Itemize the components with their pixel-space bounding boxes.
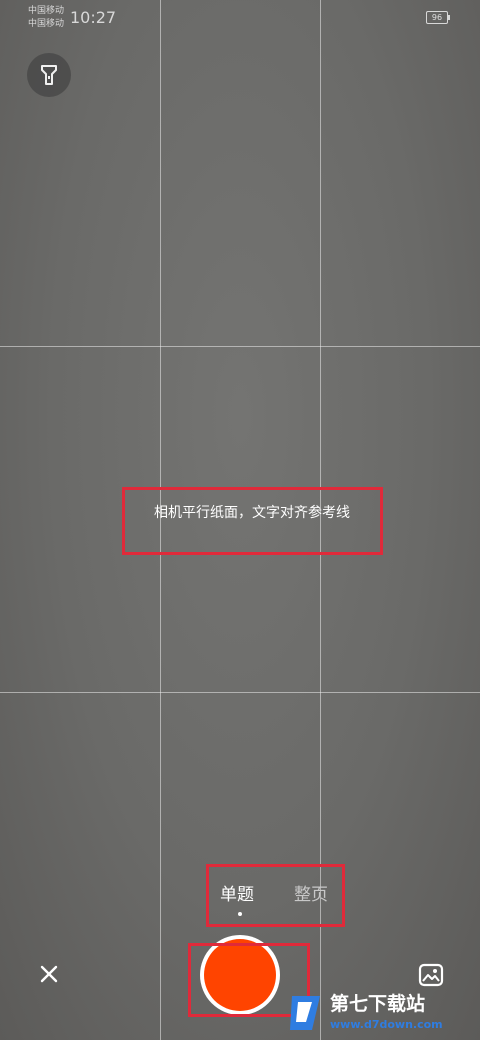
watermark-url: www.d7down.com xyxy=(330,1018,443,1031)
battery-tip xyxy=(448,15,450,20)
highlight-box-modes xyxy=(206,864,345,927)
carrier-2: 中国移动 xyxy=(28,19,65,29)
carrier-label: 中国移动 中国移动 xyxy=(28,5,64,31)
close-icon xyxy=(40,965,58,983)
status-bar: 中国移动 中国移动 10:27 96 xyxy=(0,0,480,40)
close-button[interactable] xyxy=(35,960,63,988)
clock: 10:27 xyxy=(70,8,117,27)
carrier-1: 中国移动 xyxy=(28,6,65,16)
gallery-icon xyxy=(418,963,444,987)
flashlight-button[interactable] xyxy=(27,53,71,97)
watermark-logo-icon xyxy=(290,996,320,1030)
watermark-text: 第七下载站 xyxy=(330,993,426,1015)
highlight-box-hint xyxy=(122,487,383,555)
battery-icon: 96 xyxy=(426,11,448,24)
flashlight-icon xyxy=(41,65,57,85)
grid-line xyxy=(0,692,480,693)
grid-line xyxy=(0,346,480,347)
gallery-button[interactable] xyxy=(416,960,446,990)
